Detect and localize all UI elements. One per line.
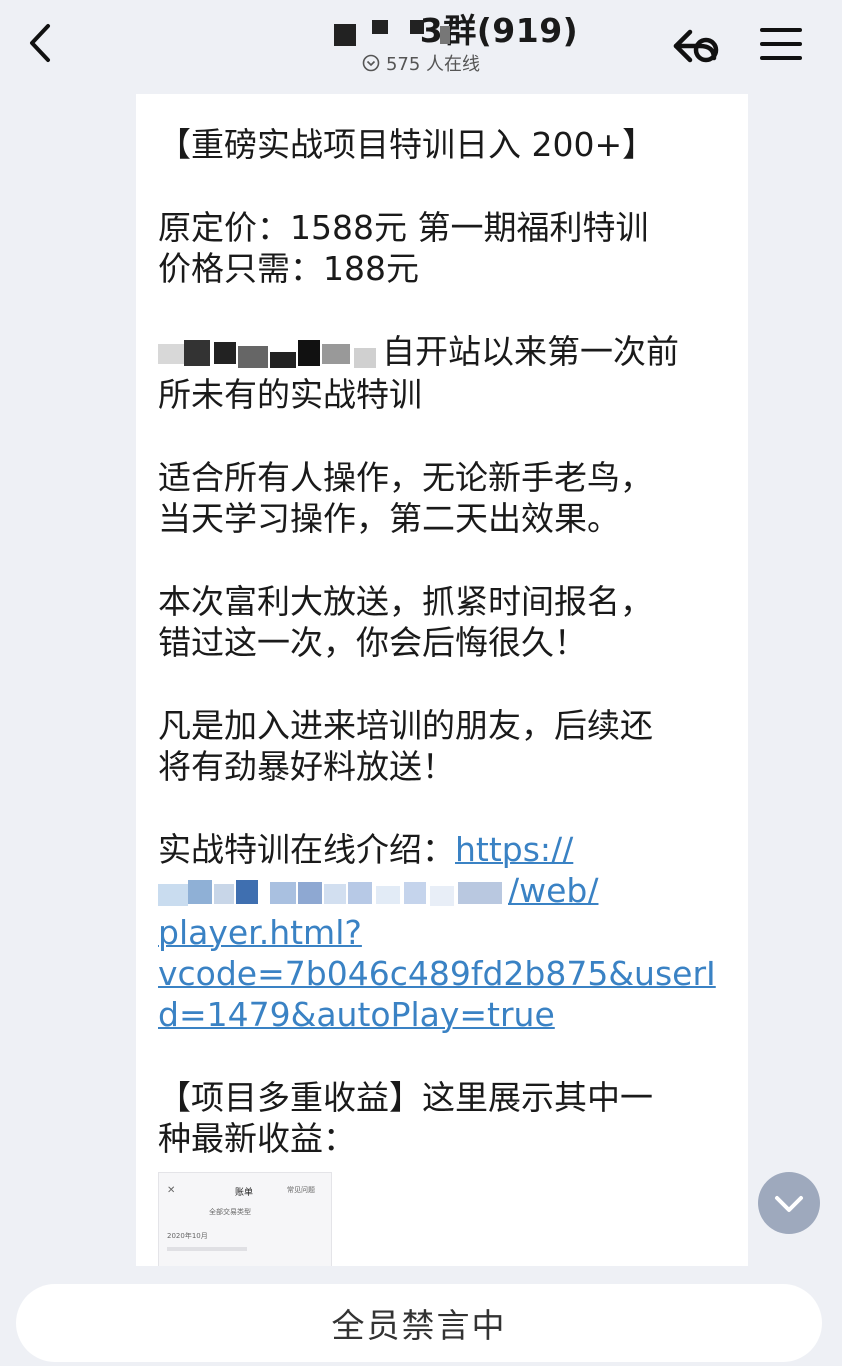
chat-title: 3群(919) <box>264 8 579 54</box>
chat-title-block[interactable]: 3群(919) 575 人在线 <box>200 8 642 76</box>
thumb-placeholder-line <box>167 1247 247 1251</box>
intro-link-part2[interactable]: /web/ <box>508 871 598 910</box>
intro-link-part3[interactable]: player.html? <box>158 913 362 952</box>
chat-header: 3群(919) 575 人在线 <box>0 0 842 94</box>
price-paragraph: 原定价：1588元 第一期福利特训 价格只需：188元 <box>158 208 649 288</box>
intro-link-part5[interactable]: d=1479&autoPlay=true <box>158 995 555 1034</box>
back-button[interactable] <box>22 18 62 68</box>
thumb-title: 账单 <box>235 1188 254 1198</box>
share-button[interactable] <box>668 20 724 70</box>
thumb-help: 常见问题 <box>287 1186 315 1194</box>
thumb-month: 2020年10月 <box>167 1232 208 1240</box>
input-bar: 全员禁言中 <box>0 1266 842 1366</box>
intro-link-part1[interactable]: https:// <box>455 830 573 869</box>
bonus-paragraph: 凡是加入进来培训的朋友，后续还 将有劲暴好料放送！ <box>158 705 653 786</box>
thumb-filter: 全部交易类型 <box>209 1208 251 1216</box>
message-bubble[interactable]: 【重磅实战项目特训日入 200+】 原定价：1588元 第一期福利特训 价格只需… <box>136 94 748 1266</box>
message-text: 【重磅实战项目特训日入 200+】 原定价：1588元 第一期福利特训 价格只需… <box>158 124 728 1201</box>
muted-status: 全员禁言中 <box>16 1284 822 1362</box>
share-link-icon <box>673 29 719 63</box>
earnings-screenshot-thumbnail[interactable]: ✕ 账单 常见问题 全部交易类型 2020年10月 <box>158 1172 332 1266</box>
suit-paragraph: 适合所有人操作，无论新手老鸟， 当天学习操作，第二天出效果。 <box>158 457 653 538</box>
intro-link-part4[interactable]: vcode=7b046c489fd2b875&userI <box>158 954 716 993</box>
online-chevron-icon <box>362 54 380 72</box>
redacted-group-name <box>264 14 450 48</box>
promo-paragraph: 本次富利大放送，抓紧时间报名， 错过这一次，你会后悔很久！ <box>158 581 653 662</box>
scroll-to-bottom-button[interactable] <box>758 1172 820 1234</box>
intro-paragraph: 自开站以来第一次前 所未有的实战特训 <box>158 332 679 414</box>
menu-button[interactable] <box>758 22 804 66</box>
chevron-down-icon <box>775 1196 803 1212</box>
hamburger-icon <box>760 28 802 60</box>
message-heading: 【重磅实战项目特训日入 200+】 <box>158 125 656 164</box>
thumb-close-icon: ✕ <box>167 1185 176 1196</box>
redacted-site-name <box>158 334 380 374</box>
link-paragraph: 实战特训在线介绍：https:// /web/ player.html? vco… <box>158 829 728 1036</box>
link-label: 实战特训在线介绍： <box>158 829 455 869</box>
redacted-link-domain <box>158 872 508 912</box>
earnings-paragraph: 【项目多重收益】这里展示其中一 种最新收益： <box>158 1078 653 1158</box>
chevron-left-icon <box>30 24 50 62</box>
online-count: 575 人在线 <box>385 54 481 75</box>
